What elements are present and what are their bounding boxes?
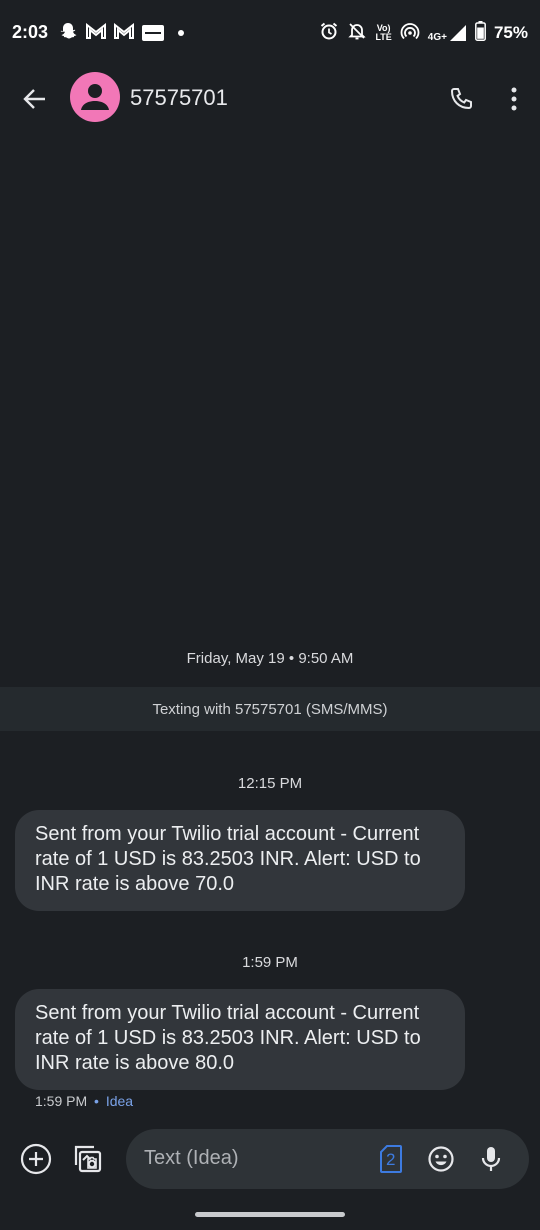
alarm-icon (319, 21, 339, 46)
snapchat-icon (58, 21, 78, 46)
home-indicator[interactable] (195, 1212, 345, 1217)
battery-percent: 75% (493, 23, 528, 42)
hotspot-icon (400, 21, 420, 46)
emoji-button[interactable] (426, 1144, 456, 1174)
person-icon (81, 84, 109, 110)
status-time: 2:03 (12, 22, 49, 42)
mic-icon (481, 1147, 501, 1171)
voice-input-button[interactable] (476, 1144, 506, 1174)
sim-number: 2 (386, 1150, 396, 1169)
texting-banner: Texting with 57575701 (SMS/MMS) (0, 687, 540, 731)
emoji-icon (428, 1146, 454, 1172)
message-bubble[interactable]: Sent from your Twilio trial account - Cu… (15, 810, 465, 911)
mute-icon (347, 21, 367, 46)
volte-icon: Vo) LTE (375, 23, 392, 42)
contact-name[interactable]: 57575701 (130, 85, 228, 111)
conversation-app-bar: 57575701 (0, 64, 540, 132)
more-options-button[interactable] (502, 82, 526, 116)
add-circle-icon (20, 1143, 52, 1175)
signal-icon: 4G+ (428, 24, 467, 43)
more-vert-icon (511, 87, 517, 111)
status-bar: 2:03 Vo) LTE 4G+ 75% (0, 0, 540, 64)
meta-separator: • (94, 1093, 99, 1109)
gallery-button[interactable] (70, 1141, 106, 1177)
time-separator: 12:15 PM (237, 775, 303, 792)
sim-selector-button[interactable]: 2 (379, 1144, 403, 1174)
call-button[interactable] (444, 82, 478, 116)
avatar[interactable] (70, 72, 120, 122)
arrow-back-icon (23, 89, 45, 109)
back-button[interactable] (18, 82, 52, 116)
gmail-icon (114, 22, 134, 44)
date-header: Friday, May 19 • 9:50 AM (186, 650, 354, 667)
photo-gallery-icon (74, 1145, 102, 1173)
notification-dot (178, 30, 184, 36)
system-icons: Vo) LTE 4G+ 75% (319, 20, 528, 46)
message-compose-field[interactable]: 2 (126, 1129, 529, 1189)
notification-icons (58, 22, 184, 44)
phone-icon (450, 88, 472, 110)
add-attachment-button[interactable] (18, 1141, 54, 1177)
news-icon (142, 25, 164, 41)
messages-screen: 2:03 Vo) LTE 4G+ 75% 57575701 Friday, Ma… (0, 0, 540, 1230)
compose-bar: 2 (0, 1128, 540, 1190)
message-meta: 1:59 PM • Idea (35, 1093, 133, 1109)
time-separator: 1:59 PM (242, 954, 298, 971)
carrier-label: Idea (105, 1093, 134, 1109)
message-time: 1:59 PM (35, 1093, 88, 1109)
gmail-icon (86, 22, 106, 44)
battery-icon (475, 20, 486, 46)
message-input[interactable] (144, 1147, 364, 1170)
message-bubble[interactable]: Sent from your Twilio trial account - Cu… (15, 989, 465, 1090)
